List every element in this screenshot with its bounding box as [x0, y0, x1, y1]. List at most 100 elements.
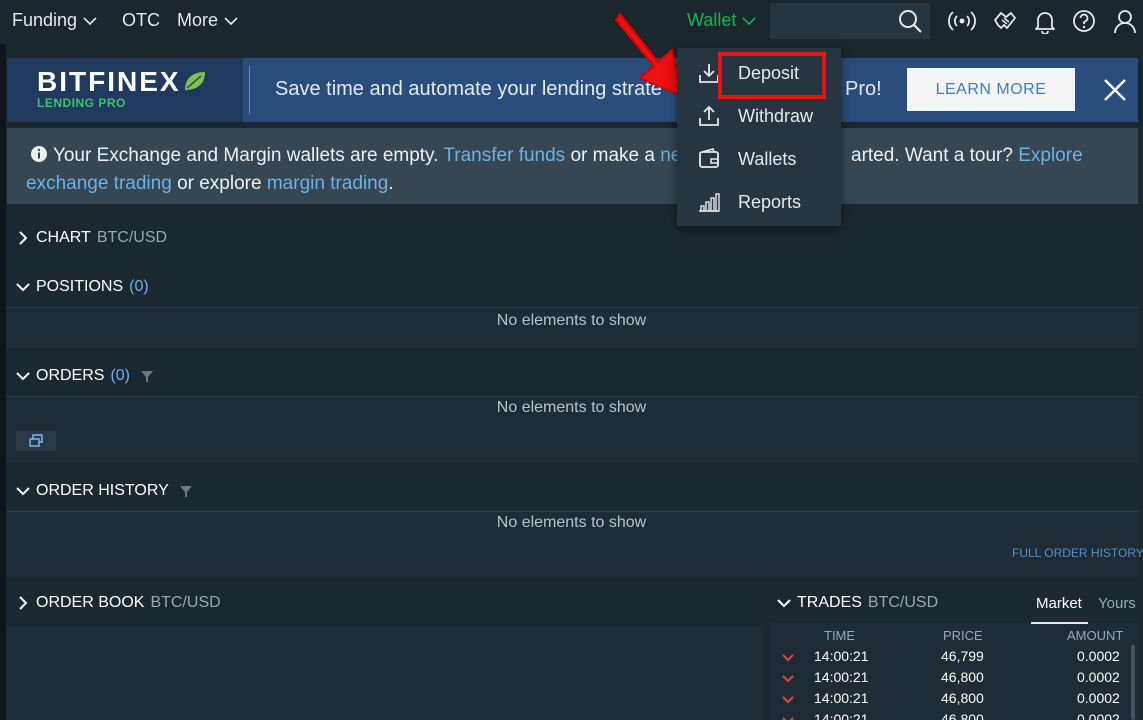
table-row: 14:00:21 46,799 0.0002: [775, 648, 1125, 669]
logo-text: BITFINEX: [37, 66, 181, 97]
trade-time: 14:00:21: [814, 711, 869, 720]
nav-funding-label: Funding: [12, 10, 78, 30]
popout-button[interactable]: [16, 431, 56, 451]
notice-text: Your Exchange and Margin wallets are emp…: [52, 145, 439, 166]
table-row: 14:00:21 46,800 0.0002: [775, 690, 1125, 711]
exchange-trading-link[interactable]: exchange trading: [26, 173, 172, 194]
order-history-title: ORDER HISTORY: [36, 482, 169, 499]
orders-empty-message: No elements to show: [496, 399, 647, 416]
filter-icon[interactable]: [140, 369, 154, 383]
column-header-amount: AMOUNT: [1067, 628, 1124, 643]
positions-count: (0): [129, 278, 149, 295]
nav-more-label: More: [177, 10, 219, 30]
trade-amount: 0.0002: [1077, 669, 1120, 685]
help-icon[interactable]: [1071, 8, 1097, 34]
chart-panel-header[interactable]: [7, 216, 1138, 260]
chevron-down-icon: [782, 675, 794, 683]
menu-item-wallets[interactable]: Wallets: [677, 139, 841, 179]
positions-panel-header[interactable]: [7, 265, 1138, 306]
trade-amount: 0.0002: [1077, 648, 1120, 664]
chevron-down-icon: [777, 599, 791, 608]
orders-title: ORDERS: [36, 367, 105, 384]
notice-line-1: Your Exchange and Margin wallets are emp…: [30, 145, 681, 167]
notice-text: or explore: [177, 173, 262, 194]
order-history-empty-message: No elements to show: [496, 514, 647, 531]
wallets-label: Wallets: [738, 148, 797, 169]
tab-market[interactable]: Market: [1036, 595, 1082, 612]
chevron-down-icon: [782, 654, 794, 662]
orders-count: (0): [110, 367, 131, 384]
trade-price: 46,800: [941, 669, 984, 685]
notice-text: .: [388, 173, 394, 194]
chevron-down-icon: [742, 16, 756, 25]
full-order-history-link[interactable]: FULL ORDER HISTORY: [1012, 546, 1143, 560]
trades-label: TRADES: [797, 594, 862, 611]
orders-panel-header[interactable]: [7, 354, 1138, 395]
menu-item-reports[interactable]: Reports: [677, 182, 841, 222]
menu-item-withdraw[interactable]: Withdraw: [677, 96, 841, 136]
trade-time: 14:00:21: [814, 690, 869, 706]
search-icon[interactable]: [897, 8, 923, 34]
chevron-down-icon: [782, 696, 794, 704]
chevron-down-icon: [16, 372, 30, 381]
order-book-pair: BTC/USD: [150, 594, 221, 611]
trades-title[interactable]: TRADES BTC/USD: [777, 594, 938, 612]
nav-otc[interactable]: OTC: [122, 10, 160, 31]
wallet-icon: [699, 148, 719, 168]
orders-panel-title[interactable]: ORDERS (0): [16, 367, 154, 385]
column-header-time: TIME: [824, 628, 856, 643]
explore-link[interactable]: Explore: [1018, 145, 1082, 166]
page-edge: [0, 0, 6, 720]
chart-panel-title[interactable]: CHART BTC/USD: [16, 229, 167, 247]
trade-amount: 0.0002: [1077, 711, 1120, 720]
chart-pair: BTC/USD: [96, 229, 168, 246]
positions-panel-title[interactable]: POSITIONS (0): [16, 278, 149, 296]
user-icon[interactable]: [1112, 8, 1138, 34]
active-tab-indicator: [1031, 622, 1088, 624]
upload-icon: [699, 105, 719, 126]
trades-scrollbar[interactable]: [1131, 645, 1135, 720]
notice-text: or make a: [570, 145, 655, 166]
chart-title: CHART: [36, 229, 91, 246]
transfer-funds-link[interactable]: Transfer funds: [443, 145, 565, 166]
deposit-highlight-annotation: [718, 52, 826, 99]
chevron-down-icon: [16, 283, 30, 292]
close-icon[interactable]: [1101, 76, 1129, 104]
withdraw-label: Withdraw: [738, 105, 814, 126]
trade-price: 46,799: [941, 648, 984, 664]
handshake-icon[interactable]: [992, 8, 1018, 34]
reports-label: Reports: [738, 191, 802, 212]
table-row: 14:00:21 46,800 0.0002: [775, 669, 1125, 690]
positions-title: POSITIONS: [36, 278, 124, 295]
divider: [7, 307, 1138, 308]
nav-more[interactable]: More: [177, 10, 238, 31]
table-row: 14:00:21 46,800 0.0002: [775, 711, 1125, 720]
notice-line-1-end: arted. Want a tour? Explore: [851, 145, 1083, 167]
banner-divider: [249, 66, 250, 114]
chevron-right-icon: [19, 596, 28, 610]
nav-funding[interactable]: Funding: [12, 10, 97, 31]
learn-more-button[interactable]: LEARN MORE: [907, 68, 1075, 111]
leaf-icon: [184, 72, 205, 90]
bell-icon[interactable]: [1032, 8, 1058, 34]
banner-message-end: Pro!: [845, 78, 882, 100]
tab-yours[interactable]: Yours: [1098, 595, 1136, 612]
chevron-right-icon: [19, 231, 28, 245]
filter-icon[interactable]: [179, 484, 193, 498]
chevron-down-icon: [16, 487, 30, 496]
order-history-panel-title[interactable]: ORDER HISTORY: [16, 482, 193, 500]
margin-trading-link[interactable]: margin trading: [267, 173, 388, 194]
chevron-down-icon: [83, 16, 97, 25]
broadcast-icon[interactable]: [946, 8, 978, 34]
notice-text: arted. Want a tour?: [851, 145, 1013, 166]
column-header-price: PRICE: [943, 628, 983, 643]
divider: [7, 396, 1138, 397]
notice-line-2: exchange trading or explore margin tradi…: [26, 173, 394, 195]
nav-otc-label: OTC: [122, 10, 160, 30]
trade-amount: 0.0002: [1077, 690, 1120, 706]
chevron-down-icon: [224, 16, 238, 25]
bitfinex-logo: BITFINEX: [37, 66, 207, 98]
order-book-title[interactable]: ORDER BOOK BTC/USD: [16, 594, 221, 612]
popout-icon: [29, 434, 43, 447]
chevron-down-icon: [782, 717, 794, 720]
